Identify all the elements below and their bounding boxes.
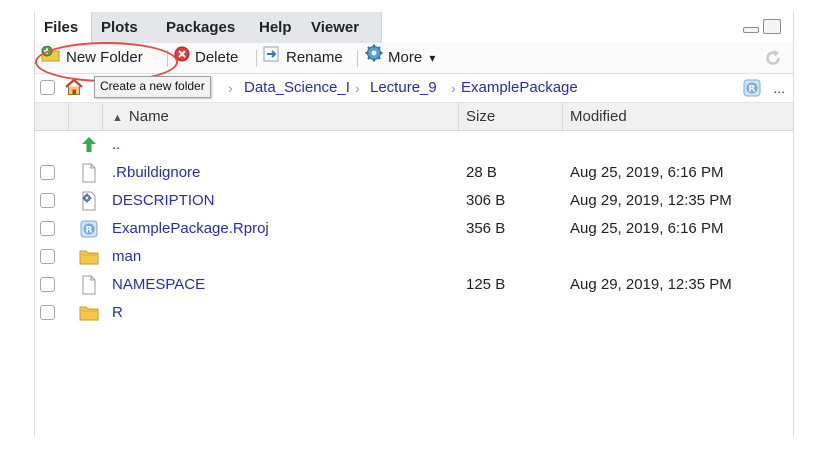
file-name-link[interactable]: man [112,243,141,271]
column-divider [458,103,459,130]
row-checkbox[interactable] [40,249,55,264]
breadcrumb-data-science-i[interactable]: Data_Science_I [244,74,350,102]
row-checkbox[interactable] [40,193,55,208]
chevron-down-icon: ▾ [429,51,436,65]
file-row[interactable]: .Rbuildignore 28 B Aug 25, 2019, 6:16 PM [35,159,793,187]
file-name-link[interactable]: .Rbuildignore [112,159,200,187]
file-row[interactable]: R ExamplePackage.Rproj 356 B Aug 25, 201… [35,215,793,243]
gear-icon [365,43,383,73]
file-row[interactable]: DESCRIPTION 306 B Aug 29, 2019, 12:35 PM [35,187,793,215]
column-header-modified[interactable]: Modified [570,103,627,130]
column-header-name-label: Name [128,108,169,125]
delete-icon [174,43,190,73]
document-icon [79,163,99,183]
file-name-link[interactable]: DESCRIPTION [112,187,215,215]
svg-text:R: R [749,85,756,95]
file-row[interactable]: NAMESPACE 125 B Aug 29, 2019, 12:35 PM [35,271,793,299]
file-name-link[interactable]: R [112,299,123,327]
toolbar-separator [357,50,358,67]
file-row[interactable]: man [35,243,793,271]
tab-plots[interactable]: Plots [92,12,147,43]
maximize-pane-button[interactable] [763,19,781,34]
pane-tab-bar: Files Plots Packages Help Viewer [35,12,793,44]
file-row[interactable]: R [35,299,793,327]
rename-label: Rename [286,49,343,66]
row-checkbox[interactable] [40,165,55,180]
breadcrumb-lecture-9[interactable]: Lecture_9 [370,74,437,102]
file-name-link[interactable]: .. [112,131,120,159]
file-size: 306 B [466,192,506,209]
tooltip: Create a new folder [94,76,211,98]
toolbar-separator [256,50,257,67]
new-folder-label: New Folder [66,49,143,66]
column-headers: ▲ Name Size Modified [35,103,793,131]
breadcrumb-separator: › [451,80,456,96]
tab-strip: Files Plots Packages Help Viewer [35,12,382,44]
new-folder-icon [41,43,61,73]
tab-help[interactable]: Help [250,12,301,43]
file-row-parent[interactable]: .. [35,131,793,159]
file-modified: Aug 25, 2019, 6:16 PM [570,220,724,237]
minimize-pane-button[interactable] [743,27,759,33]
column-divider [102,103,103,130]
folder-icon [79,247,99,267]
file-size: 125 B [466,276,506,293]
breadcrumb-separator: › [228,80,233,96]
file-modified: Aug 29, 2019, 12:35 PM [570,276,732,293]
row-checkbox[interactable] [40,277,55,292]
delete-button[interactable]: Delete [174,43,238,73]
document-icon [79,275,99,295]
delete-label: Delete [195,49,239,66]
sort-ascending-icon: ▲ [112,112,123,124]
rproj-icon: R [79,219,99,239]
column-header-size[interactable]: Size [466,103,495,130]
svg-text:R: R [86,226,93,236]
more-label: More [388,49,423,66]
tab-viewer[interactable]: Viewer [302,12,368,43]
row-checkbox[interactable] [40,305,55,320]
refresh-icon[interactable] [763,48,783,73]
column-divider [68,103,69,130]
more-menu-button[interactable]: More ▾ [365,43,435,73]
up-arrow-icon [79,135,99,155]
column-header-name[interactable]: ▲ Name [112,103,169,130]
file-name-link[interactable]: NAMESPACE [112,271,205,299]
breadcrumb-separator: › [355,80,360,96]
new-folder-button[interactable]: New Folder [41,43,143,73]
folder-icon [79,303,99,323]
rename-button[interactable]: Rename [263,43,343,73]
file-size: 356 B [466,220,506,237]
window-controls [743,19,783,37]
tab-packages[interactable]: Packages [157,12,244,43]
file-modified: Aug 29, 2019, 12:35 PM [570,192,732,209]
file-size: 28 B [466,164,497,181]
row-checkbox[interactable] [40,221,55,236]
gear-document-icon [79,191,99,211]
path-more-button[interactable]: ... [773,74,785,102]
breadcrumb-examplepackage[interactable]: ExamplePackage [461,74,578,102]
select-all-checkbox[interactable] [40,80,55,95]
column-divider [562,103,563,130]
files-toolbar: New Folder Delete Rename More ▾ [35,43,793,74]
tab-files[interactable]: Files [35,12,92,44]
toolbar-separator [167,50,168,67]
files-pane: Files Plots Packages Help Viewer New Fol… [34,12,794,436]
rename-icon [263,43,281,73]
file-modified: Aug 25, 2019, 6:16 PM [570,164,724,181]
home-icon[interactable] [64,78,84,106]
file-name-link[interactable]: ExamplePackage.Rproj [112,215,269,243]
